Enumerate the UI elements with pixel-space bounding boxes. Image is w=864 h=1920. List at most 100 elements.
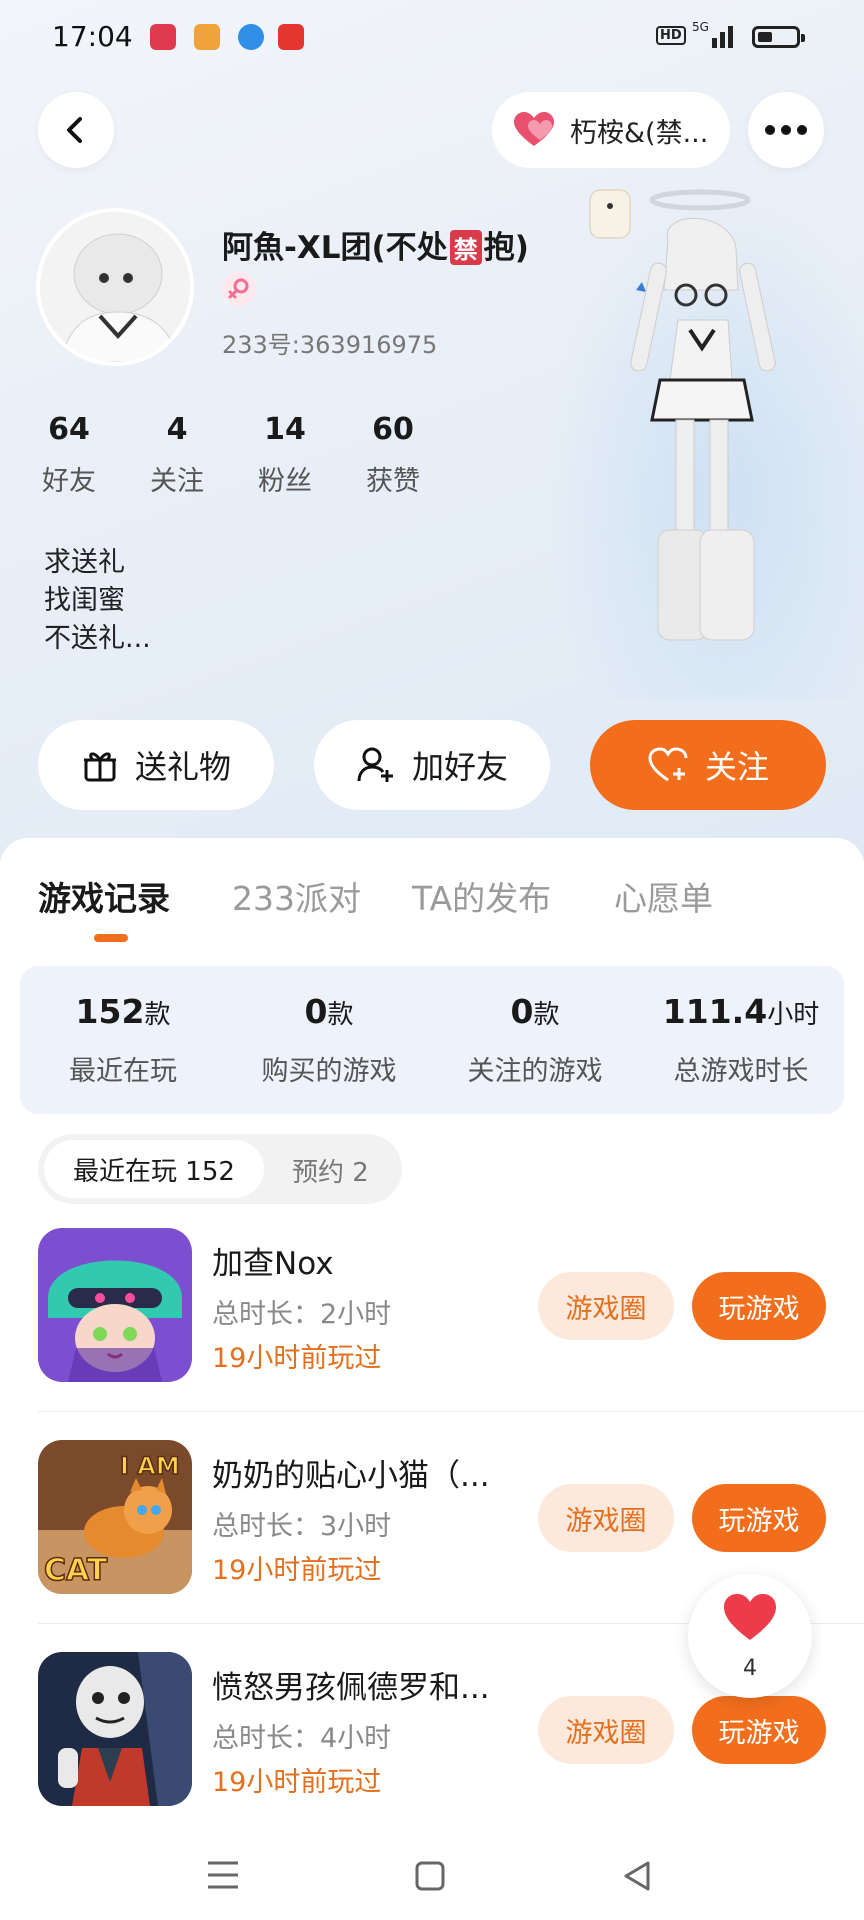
double-heart-icon — [514, 112, 554, 146]
follow-button[interactable]: 关注 — [590, 720, 826, 810]
battery-icon — [752, 26, 805, 48]
profile-avatar[interactable] — [36, 208, 194, 366]
notification-video-icon — [150, 24, 176, 50]
game-duration: 总时长：2小时 — [212, 1299, 392, 1330]
menu-icon[interactable] — [206, 1860, 240, 1890]
game-circle-button[interactable]: 游戏圈 — [538, 1484, 674, 1552]
add-friend-label: 加好友 — [411, 748, 508, 786]
stat-friends-label: 好友 — [42, 466, 96, 497]
signal-label: 5G — [692, 20, 709, 34]
summary-playtime-label: 总游戏时长 — [673, 1056, 809, 1087]
summary-purchased[interactable]: 0款 购买的游戏 — [226, 992, 432, 1088]
filter-recent[interactable]: 最近在玩 152 — [44, 1140, 264, 1198]
status-bar: 17:04 HD 5G — [0, 0, 864, 76]
notification-game-icon — [194, 24, 220, 50]
profile-name-prefix: 阿魚-XL团(不处 — [222, 230, 448, 266]
game-last-played: 19小时前玩过 — [212, 1555, 382, 1586]
game-icon-i-am-cat: I AM CAT — [38, 1440, 192, 1594]
avatar-3d-character[interactable] — [560, 180, 800, 680]
summary-purchased-label: 购买的游戏 — [261, 1056, 397, 1087]
back-icon[interactable] — [622, 1860, 652, 1892]
play-game-button[interactable]: 玩游戏 — [692, 1484, 826, 1552]
game-summary-card: 152款 最近在玩 0款 购买的游戏 0款 关注的游戏 111.4小时 总游戏时… — [20, 966, 844, 1114]
play-game-button[interactable]: 玩游戏 — [692, 1696, 826, 1764]
stat-likes-label: 获赞 — [366, 466, 420, 497]
stat-fans-value: 14 — [264, 412, 306, 447]
game-list-filter: 最近在玩 152 预约 2 — [38, 1134, 402, 1204]
summary-recent[interactable]: 152款 最近在玩 — [20, 992, 226, 1088]
summary-followed-unit: 款 — [533, 1000, 560, 1030]
gift-icon — [83, 752, 116, 782]
notification-store-icon — [278, 24, 304, 50]
summary-followed-label: 关注的游戏 — [467, 1056, 603, 1087]
game-title: 奶奶的贴心小猫（... — [212, 1458, 490, 1494]
profile-name-badge: 禁 — [449, 230, 482, 265]
follow-label: 关注 — [704, 748, 769, 786]
game-duration: 总时长：3小时 — [212, 1511, 392, 1542]
game-circle-button[interactable]: 游戏圈 — [538, 1696, 674, 1764]
tab-wishlist[interactable]: 心愿单 — [614, 872, 713, 920]
user-id: 233号:363916975 — [222, 331, 438, 359]
tab-party[interactable]: 233派对 — [232, 872, 361, 920]
intimacy-pill-button[interactable]: 朽桉&(禁... — [492, 92, 730, 168]
stat-likes[interactable]: 60 获赞 — [366, 412, 420, 498]
like-count: 4 — [743, 1656, 757, 1681]
summary-recent-unit: 款 — [144, 1000, 171, 1030]
stat-following-value: 4 — [166, 412, 188, 447]
list-divider — [38, 1411, 864, 1412]
status-time: 17:04 — [52, 20, 133, 53]
summary-playtime[interactable]: 111.4小时 总游戏时长 — [638, 992, 844, 1088]
stat-following[interactable]: 4 关注 — [150, 412, 204, 498]
game-icon-angry-boy — [38, 1652, 192, 1806]
game-title: 愤怒男孩佩德罗和... — [212, 1670, 490, 1706]
back-button[interactable] — [38, 92, 114, 168]
stat-fans[interactable]: 14 粉丝 — [258, 412, 312, 498]
summary-purchased-unit: 款 — [327, 1000, 354, 1030]
play-game-button[interactable]: 玩游戏 — [692, 1272, 826, 1340]
add-friend-button[interactable]: 加好友 — [314, 720, 550, 810]
female-icon — [222, 272, 256, 306]
floating-like-button[interactable]: 4 — [688, 1574, 812, 1698]
game-duration: 总时长：4小时 — [212, 1723, 392, 1754]
home-icon[interactable] — [414, 1860, 446, 1892]
stat-friends-value: 64 — [48, 412, 90, 447]
notification-app-icon — [238, 24, 264, 50]
hd-icon: HD — [656, 26, 686, 45]
profile-name: 阿魚-XL团(不处禁抱) — [222, 222, 529, 267]
stat-likes-value: 60 — [372, 412, 414, 447]
game-last-played: 19小时前玩过 — [212, 1343, 382, 1374]
summary-followed[interactable]: 0款 关注的游戏 — [432, 992, 638, 1088]
stat-friends[interactable]: 64 好友 — [42, 412, 96, 498]
game-circle-button[interactable]: 游戏圈 — [538, 1272, 674, 1340]
summary-playtime-value: 111.4 — [662, 992, 768, 1031]
profile-name-suffix: 抱) — [483, 230, 529, 266]
bio-line: 求送礼 — [44, 547, 125, 578]
heart-plus-icon — [648, 747, 688, 782]
tab-posts[interactable]: TA的发布 — [412, 872, 551, 920]
send-gift-button[interactable]: 送礼物 — [38, 720, 274, 810]
game-icon-text-bottom: CAT — [44, 1553, 108, 1588]
back-arrow-icon — [67, 117, 82, 143]
bio-line: 找闺蜜 — [44, 585, 125, 616]
summary-recent-label: 最近在玩 — [69, 1056, 177, 1087]
filter-reserved[interactable]: 预约 2 — [292, 1152, 369, 1189]
avatar-illustration — [40, 212, 190, 362]
summary-purchased-value: 0 — [304, 992, 328, 1031]
stat-following-label: 关注 — [150, 466, 204, 497]
game-list-item[interactable]: 加查Nox 总时长：2小时 19小时前玩过 游戏圈 玩游戏 — [0, 1228, 864, 1440]
game-icon-text-top: I AM — [120, 1452, 180, 1480]
summary-playtime-unit: 小时 — [767, 1000, 820, 1030]
profile-bio: 求送礼 找闺蜜 不送礼... — [44, 544, 151, 658]
heart-icon — [724, 1594, 776, 1640]
intimacy-pill-label: 朽桉&(禁... — [570, 117, 709, 149]
bio-line: 不送礼... — [44, 623, 151, 654]
stat-fans-label: 粉丝 — [258, 466, 312, 497]
tab-game-record[interactable]: 游戏记录 — [38, 872, 170, 920]
more-button[interactable] — [748, 92, 824, 168]
add-user-icon — [357, 747, 393, 782]
game-icon-gacha-nox — [38, 1228, 192, 1382]
more-dots-icon — [765, 125, 807, 135]
summary-followed-value: 0 — [510, 992, 534, 1031]
summary-recent-value: 152 — [75, 992, 145, 1031]
game-title: 加查Nox — [212, 1246, 334, 1282]
